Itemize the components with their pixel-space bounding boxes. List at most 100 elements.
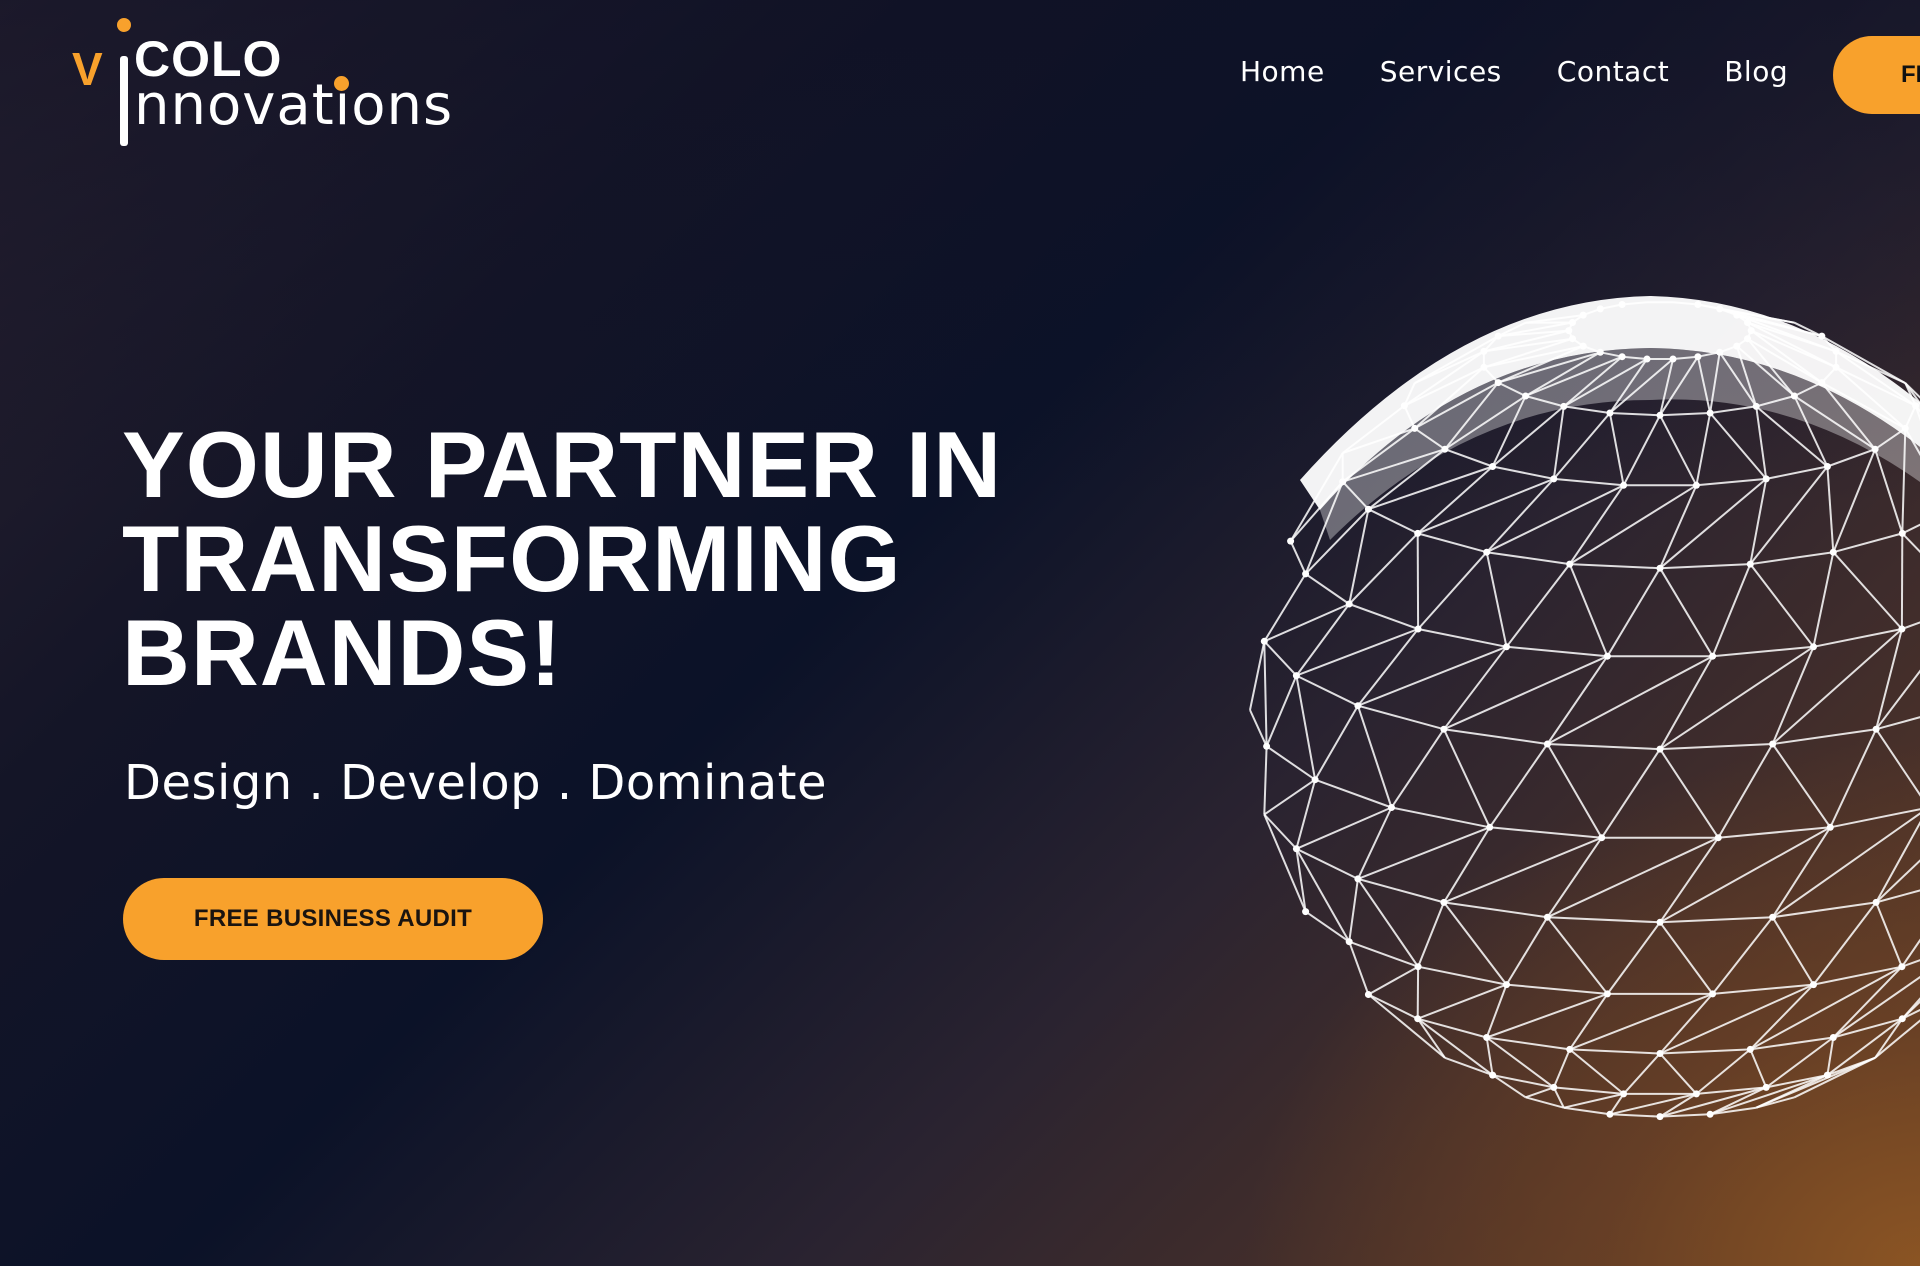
sphere-wire (1659, 414, 1698, 486)
sphere-wire (1569, 1048, 1661, 1055)
sphere-wire (1608, 412, 1625, 486)
sphere-wire (1749, 465, 1829, 565)
sphere-wire (1443, 901, 1548, 919)
sphere-node (1620, 481, 1628, 489)
sphere-wire (1485, 1037, 1494, 1076)
sphere-wire (1263, 746, 1268, 815)
sphere-wire (1568, 484, 1625, 565)
sphere-wire (1901, 621, 1920, 630)
sphere-wire (1750, 551, 1834, 566)
sphere-node (1311, 776, 1319, 784)
sphere-wire (1367, 965, 1419, 996)
sphere-node (1550, 475, 1558, 483)
sphere-node (1810, 981, 1817, 989)
hero-headline: YOUR PARTNER IN TRANSFORMING BRANDS! (122, 418, 1002, 700)
sphere-wire (1390, 728, 1445, 809)
sphere-wire (1749, 1049, 1768, 1088)
sphere-wire (1314, 705, 1359, 781)
sphere-wire (1563, 405, 1611, 414)
nav-contact-link[interactable]: Contact (1557, 55, 1669, 88)
sphere-wire (1417, 465, 1494, 535)
sphere-wire (1563, 1106, 1611, 1116)
sphere-node (1260, 637, 1268, 645)
sphere-wire (1826, 466, 1835, 553)
sphere-node (1489, 1071, 1497, 1079)
sphere-node (1503, 981, 1510, 989)
nav-blog-link[interactable]: Blog (1724, 55, 1788, 88)
sphere-wire (1348, 509, 1370, 605)
nav-services-link[interactable]: Services (1380, 55, 1502, 88)
sphere-wire (1826, 1017, 1903, 1076)
sphere-wire (1695, 412, 1712, 486)
sphere-wire (1417, 983, 1507, 1020)
sphere-wire (1486, 992, 1608, 1039)
sphere-wire (1622, 1052, 1661, 1095)
sphere-wire (1263, 641, 1268, 747)
sphere-node (1598, 834, 1606, 842)
sphere-wire (1569, 563, 1661, 570)
sphere-wire (1659, 748, 1720, 839)
sphere-wire (1506, 983, 1608, 995)
logo[interactable]: V COLO nnovations (72, 18, 462, 146)
sphere-wire (1609, 412, 1661, 417)
logo-v-mark: V (72, 43, 103, 95)
sphere-node (1345, 600, 1353, 608)
header-cta-button[interactable]: FI (1833, 36, 1920, 114)
sphere-node (1486, 823, 1494, 831)
sphere-wire (1265, 675, 1298, 747)
sphere-wire (1296, 806, 1392, 850)
free-business-audit-button[interactable]: FREE BUSINESS AUDIT (123, 878, 543, 960)
sphere-wire (1417, 902, 1445, 968)
sphere-wire (1417, 965, 1507, 986)
sphere-wire (1485, 984, 1508, 1038)
sphere-node (1543, 913, 1551, 921)
sphere-node (1829, 1034, 1837, 1041)
sphere-wire (1569, 1048, 1625, 1095)
sphere-wire (1771, 826, 1832, 918)
sphere-wire (1568, 563, 1609, 657)
sphere-wire (1263, 640, 1298, 677)
sphere-wire (1314, 778, 1392, 809)
sphere-wire (1659, 563, 1751, 570)
sphere-wire (1772, 901, 1877, 919)
sphere-wire (1417, 551, 1488, 630)
sphere-node (1550, 1083, 1558, 1091)
nav-home-link[interactable]: Home (1240, 55, 1325, 88)
sphere-wire (1417, 1017, 1494, 1076)
sphere-node (1898, 625, 1906, 633)
sphere-wire (1812, 551, 1835, 648)
sphere-wire (1356, 705, 1393, 808)
sphere-wire (1443, 836, 1603, 904)
sphere-wire (1569, 992, 1713, 1051)
sphere-wire (1875, 902, 1903, 968)
sphere-node (1263, 742, 1271, 750)
headline-line-1: YOUR PARTNER IN (122, 412, 1003, 517)
sphere-wire (1712, 983, 1814, 995)
sphere-node (1872, 898, 1880, 906)
sphere-wire (1749, 478, 1768, 565)
sphere-wire (1813, 965, 1903, 986)
sphere-wire (1488, 743, 1549, 828)
sphere-wire (1875, 859, 1920, 904)
sphere-wire (1492, 465, 1554, 480)
sphere-node (1354, 702, 1362, 710)
sphere-wire (1875, 820, 1920, 903)
sphere-wire (1606, 921, 1661, 995)
sphere-wire (1827, 1056, 1876, 1077)
sphere-wire (1659, 826, 1831, 924)
sphere-node (1440, 725, 1448, 733)
sphere-wire (1546, 916, 1609, 995)
sphere-node (1364, 991, 1372, 998)
sphere-wire (1709, 405, 1757, 414)
sphere-wire (1812, 901, 1877, 986)
sphere-wire (1827, 448, 1876, 468)
sphere-node (1823, 1071, 1831, 1079)
sphere-wire (1659, 645, 1815, 750)
sphere-wire (1547, 916, 1661, 924)
sphere-wire (1659, 993, 1714, 1055)
sphere-wire (1249, 709, 1268, 747)
sphere-wire (1486, 484, 1625, 554)
sphere-wire (1348, 941, 1370, 995)
sphere-node (1762, 475, 1770, 483)
sphere-node (1769, 913, 1777, 921)
